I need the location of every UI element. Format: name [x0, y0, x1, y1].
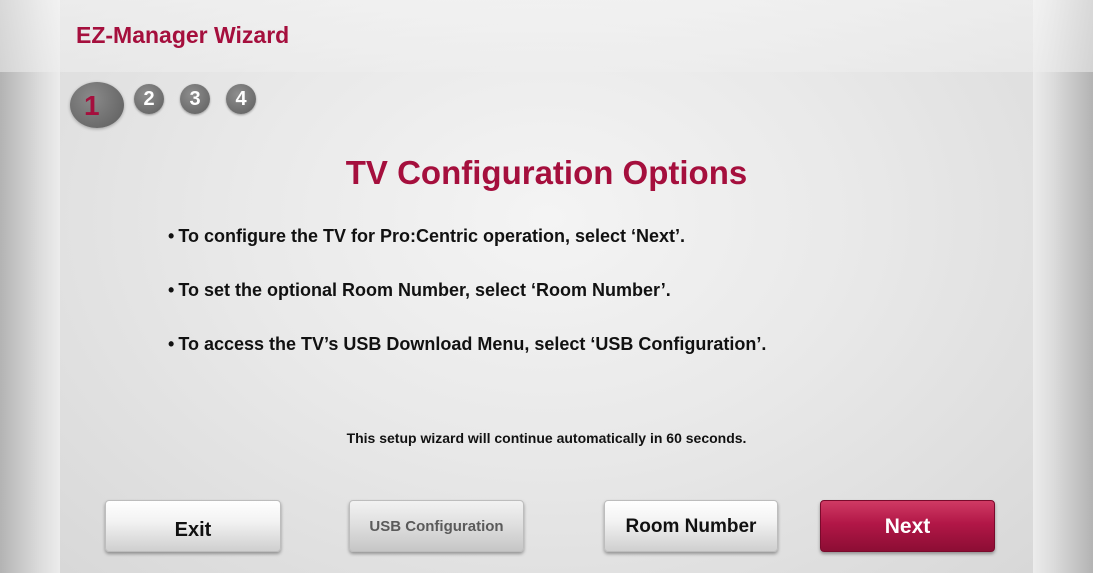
- bullet-icon: •: [168, 334, 175, 354]
- instruction-list: • To configure the TV for Pro:Centric ope…: [168, 226, 766, 388]
- instruction-room-number-text: To set the optional Room Number, select …: [178, 280, 671, 300]
- instruction-next: • To configure the TV for Pro:Centric ope…: [168, 226, 766, 255]
- instruction-room-number: • To set the optional Room Number, select…: [168, 280, 766, 309]
- bullet-icon: •: [168, 226, 175, 246]
- room-number-button[interactable]: Room Number: [604, 500, 778, 552]
- bullet-icon: •: [168, 280, 175, 300]
- step-2: 2: [134, 84, 164, 114]
- step-1-label: 1: [84, 90, 100, 121]
- next-button-label: Next: [884, 515, 931, 538]
- exit-button-label: Exit: [174, 519, 212, 541]
- instruction-next-text: To configure the TV for Pro:Centric oper…: [178, 226, 686, 246]
- step-1-current: 1: [70, 82, 124, 128]
- exit-button[interactable]: Exit: [105, 500, 281, 552]
- page-heading: TV Configuration Options: [345, 154, 748, 191]
- next-button[interactable]: Next: [820, 500, 995, 552]
- instruction-usb-text: To access the TV’s USB Download Menu, se…: [178, 334, 767, 354]
- instruction-usb: • To access the TV’s USB Download Menu, s…: [168, 334, 766, 363]
- room-number-button-label: Room Number: [625, 516, 757, 537]
- step-4: 4: [226, 84, 256, 114]
- usb-configuration-button[interactable]: USB Configuration: [349, 500, 524, 552]
- step-3: 3: [180, 84, 210, 114]
- usb-configuration-button-label: USB Configuration: [369, 518, 504, 535]
- wizard-screen: EZ-Manager Wizard 1 2 3 4 TV Configurati…: [0, 0, 1093, 573]
- countdown-message: This setup wizard will continue automati…: [346, 430, 747, 446]
- wizard-title: EZ-Manager Wizard: [76, 22, 290, 48]
